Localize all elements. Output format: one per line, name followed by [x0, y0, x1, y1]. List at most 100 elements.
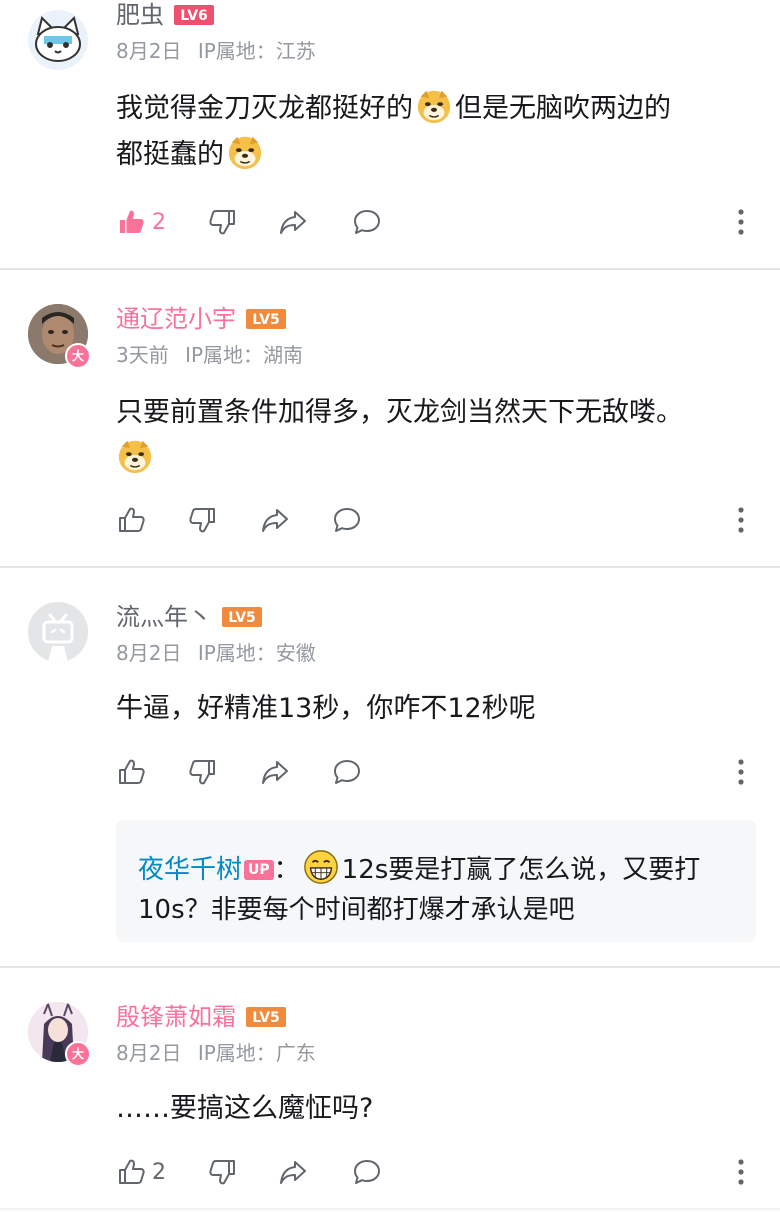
comment-date: 3天前 — [116, 343, 169, 367]
svg-text:LV5: LV5 — [228, 610, 256, 626]
reply-colon: ： — [273, 855, 300, 885]
more-icon[interactable] — [726, 500, 756, 540]
doge-emoji — [226, 133, 264, 171]
ip-label: IP属地： — [185, 343, 264, 367]
doge-emoji — [415, 87, 453, 125]
ip-location: 广东 — [275, 1041, 316, 1065]
more-icon[interactable] — [726, 1152, 756, 1192]
like-button[interactable]: 2 — [116, 202, 166, 242]
more-icon[interactable] — [726, 202, 756, 242]
reply-button[interactable] — [352, 1152, 382, 1192]
comment-date: 8月2日 — [116, 641, 182, 665]
reply-button[interactable] — [352, 202, 382, 242]
svg-text:LV6: LV6 — [180, 8, 208, 24]
ip-location: 安徽 — [275, 641, 316, 665]
share-button[interactable] — [260, 752, 290, 792]
ip-location: 江苏 — [275, 39, 316, 63]
reply-text: 夜华千树 UP： 12s要是打赢了怎么说，又要打10s？非要每个时间都打爆才承认是吧 — [138, 848, 738, 930]
dislike-icon — [208, 1157, 238, 1187]
reply-button[interactable] — [332, 500, 362, 540]
divider — [0, 1208, 780, 1210]
like-count: 2 — [152, 209, 166, 235]
dislike-button[interactable] — [208, 202, 238, 242]
comment-text: 我觉得金刀灭龙都挺好的 但是无脑吹两边的 都挺蠢的 — [116, 86, 756, 178]
username[interactable]: 肥虫 — [116, 0, 164, 30]
reply-button[interactable] — [332, 752, 362, 792]
avatar-badge: 大 — [65, 343, 91, 369]
share-icon — [260, 757, 290, 787]
cat-avatar-icon — [35, 16, 81, 62]
grin-emoji — [302, 848, 340, 886]
dislike-icon — [188, 757, 218, 787]
comment-date: 8月2日 — [116, 39, 182, 63]
more-icon[interactable] — [726, 752, 756, 792]
comment-item: 大 殷锋萧如霜 LV5 8月2日 IP属地：广东 ……要搞这么魔怔吗? 2 — [0, 968, 780, 1198]
comment-actions: 2 — [116, 202, 756, 242]
comment-text-part: 都挺蠢的 — [116, 139, 224, 170]
comment-meta: 3天前 IP属地：湖南 — [116, 342, 303, 368]
username[interactable]: 殷锋萧如霜 — [116, 1002, 236, 1032]
comment-text-part: 我觉得金刀灭龙都挺好的 — [116, 93, 413, 124]
share-button[interactable] — [260, 500, 290, 540]
share-button[interactable] — [278, 202, 308, 242]
ip-location: 湖南 — [263, 343, 304, 367]
dislike-button[interactable] — [188, 500, 218, 540]
comment-text-part: 只要前置条件加得多，灭龙剑当然天下无敌喽。 — [116, 397, 683, 428]
comment-text-part: ……要搞这么魔怔吗? — [116, 1093, 374, 1124]
comment-actions — [116, 752, 756, 792]
like-icon — [116, 207, 146, 237]
up-tag: UP — [244, 860, 274, 880]
level-badge-icon: LV5 — [222, 607, 262, 627]
dislike-icon — [188, 505, 218, 535]
comment-text: 牛逼，好精准13秒，你咋不12秒呢 — [116, 686, 756, 732]
comment-text-part: 牛逼，好精准13秒，你咋不12秒呢 — [116, 693, 536, 724]
share-icon — [278, 1157, 308, 1187]
like-button[interactable] — [116, 500, 146, 540]
share-icon — [278, 207, 308, 237]
comment-item: 流灬年丶 LV5 8月2日 IP属地：安徽 牛逼，好精准13秒，你咋不12秒呢 … — [0, 568, 780, 966]
comment-date: 8月2日 — [116, 1041, 182, 1065]
comment-item: 肥虫 LV6 8月2日 IP属地：江苏 我觉得金刀灭龙都挺好的 但是无脑吹两边的 … — [0, 0, 780, 270]
reply-username[interactable]: 夜华千树 — [138, 855, 242, 885]
comment-meta: 8月2日 IP属地：安徽 — [116, 640, 316, 666]
like-button[interactable] — [116, 752, 146, 792]
comment-item: 大 通辽范小宇 LV5 3天前 IP属地：湖南 只要前置条件加得多，灭龙剑当然天… — [0, 270, 780, 566]
avatar-badge: 大 — [65, 1041, 91, 1067]
level-badge-icon: LV5 — [246, 309, 286, 329]
dislike-icon — [208, 207, 238, 237]
reply-icon — [352, 1157, 382, 1187]
comment-text-part: 但是无脑吹两边的 — [455, 93, 671, 124]
like-button[interactable]: 2 — [116, 1152, 166, 1192]
dislike-button[interactable] — [188, 752, 218, 792]
like-count: 2 — [152, 1159, 166, 1185]
ip-label: IP属地： — [197, 1041, 276, 1065]
svg-text:LV5: LV5 — [252, 1010, 280, 1026]
reply-icon — [332, 505, 362, 535]
svg-text:LV5: LV5 — [252, 312, 280, 328]
reply-preview[interactable]: 夜华千树 UP： 12s要是打赢了怎么说，又要打10s？非要每个时间都打爆才承认是吧 — [116, 820, 756, 942]
reply-icon — [332, 757, 362, 787]
comment-actions: 2 — [116, 1152, 756, 1192]
like-icon — [116, 757, 146, 787]
username[interactable]: 通辽范小宇 — [116, 304, 236, 334]
dislike-button[interactable] — [208, 1152, 238, 1192]
level-badge-icon: LV5 — [246, 1007, 286, 1027]
comment-text: 只要前置条件加得多，灭龙剑当然天下无敌喽。 — [116, 390, 756, 482]
avatar[interactable] — [28, 602, 88, 662]
default-avatar-icon — [28, 602, 88, 662]
comment-actions — [116, 500, 756, 540]
comment-meta: 8月2日 IP属地：江苏 — [116, 38, 316, 64]
comment-text: ……要搞这么魔怔吗? — [116, 1086, 756, 1132]
comment-meta: 8月2日 IP属地：广东 — [116, 1040, 316, 1066]
username[interactable]: 流灬年丶 — [116, 602, 212, 632]
ip-label: IP属地： — [197, 641, 276, 665]
doge-emoji — [116, 437, 154, 475]
share-icon — [260, 505, 290, 535]
level-badge-icon: LV6 — [174, 5, 214, 25]
reply-icon — [352, 207, 382, 237]
ip-label: IP属地： — [197, 39, 276, 63]
like-icon — [116, 505, 146, 535]
like-icon — [116, 1157, 146, 1187]
avatar[interactable] — [28, 10, 88, 70]
share-button[interactable] — [278, 1152, 308, 1192]
